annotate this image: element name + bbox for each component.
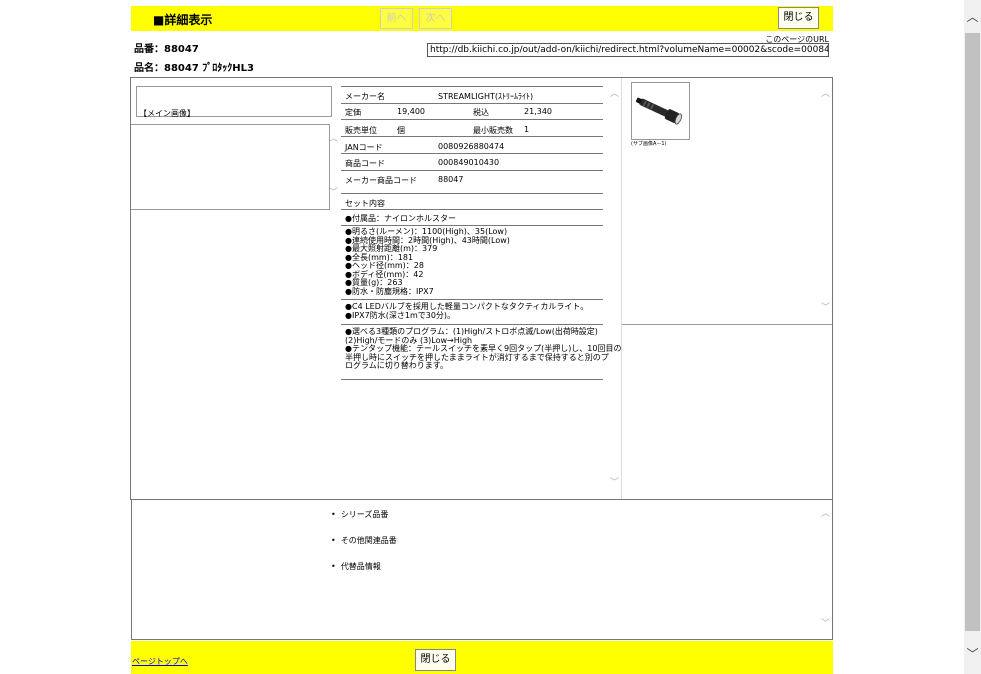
scroll-up-icon[interactable]: ︿ xyxy=(821,510,830,519)
product-code-label: 商品コード xyxy=(345,159,385,168)
related-item-label: シリーズ品番 xyxy=(340,510,389,519)
unit-label: 販売単位 xyxy=(345,126,377,135)
main-image-label-box: 【メイン画像】 xyxy=(136,86,332,118)
detail-panel: 【メイン画像】 ︿ ﹀ メーカー名 STREAMLIGHT(ｽﾄﾘｰﾑﾗｲﾄ) … xyxy=(130,77,833,500)
accessory-text: ●付属品：ナイロンホルスター xyxy=(345,214,456,223)
spec-line: ●防水・防塵規格：IPX7 xyxy=(345,286,434,296)
close-button[interactable]: 閉じる xyxy=(778,7,819,29)
list-price-value: 19,400 xyxy=(397,107,425,116)
maker-value: STREAMLIGHT(ｽﾄﾘｰﾑﾗｲﾄ) xyxy=(438,92,534,101)
scroll-up-icon[interactable]: ︿ xyxy=(821,90,830,99)
feature-line: ●IPX7防水(深さ1mで30分)。 xyxy=(345,310,456,320)
sub-image-divider xyxy=(622,324,832,325)
set-contents-label: セット内容 xyxy=(345,199,385,208)
min-qty-value: 1 xyxy=(524,125,530,134)
url-value: http://db.kiichi.co.jp/out/add-on/kiichi… xyxy=(430,45,829,55)
footer-bar: ページトップへ 閉じる xyxy=(131,641,833,674)
footer-close-button[interactable]: 閉じる xyxy=(415,649,456,671)
program-lines: ●選べる3種類のプログラム：(1)High/ストロボ点滅/Low(出荷時設定) … xyxy=(345,327,622,371)
related-item[interactable]: • その他関連品番 xyxy=(331,535,397,546)
flashlight-icon xyxy=(635,97,682,125)
main-image-frame: ︿ ﹀ xyxy=(131,124,338,210)
page-top-link[interactable]: ページトップへ xyxy=(132,656,188,667)
scroll-down-icon[interactable]: ﹀ xyxy=(329,189,338,198)
window-scrollbar[interactable]: ︿ ﹀ xyxy=(964,0,981,674)
product-code-value: 000849010430 xyxy=(438,158,500,167)
sub-image-caption: (サブ画像A－1) xyxy=(631,141,667,147)
jan-label: JANコード xyxy=(345,143,383,152)
program-line: ログラムに切り替わります。 xyxy=(345,361,448,370)
maker-label: メーカー名 xyxy=(345,92,385,101)
related-item[interactable]: • シリーズ品番 xyxy=(331,509,388,520)
page-title: ■詳細表示 xyxy=(153,13,213,27)
related-item-label: 代替品情報 xyxy=(340,562,381,571)
scroll-down-icon[interactable]: ﹀ xyxy=(821,304,830,313)
sub-image-thumb[interactable] xyxy=(631,82,690,140)
prev-button[interactable]: 前へ xyxy=(380,8,413,29)
scrollbar-thumb[interactable] xyxy=(965,33,980,631)
scroll-down-icon[interactable]: ﹀ xyxy=(821,620,830,629)
url-field[interactable]: http://db.kiichi.co.jp/out/add-on/kiichi… xyxy=(427,43,829,57)
related-item-label: その他関連品番 xyxy=(340,536,397,545)
scroll-up-icon[interactable]: ︿ xyxy=(329,135,338,144)
related-panel: • シリーズ品番 • その他関連品番 • 代替品情報 ︿ ﹀ xyxy=(131,500,833,640)
list-price-label: 定価 xyxy=(345,108,361,117)
scroll-up-icon[interactable]: ︿ xyxy=(964,8,981,25)
main-image-label: 【メイン画像】 xyxy=(139,109,195,118)
spec-lines: ●明るさ(ルーメン)：1100(High)、35(Low) ●連続使用時間：2時… xyxy=(345,227,510,296)
spec-table: メーカー名 STREAMLIGHT(ｽﾄﾘｰﾑﾗｲﾄ) 定価 19,400 税込… xyxy=(341,86,622,496)
scroll-down-icon[interactable]: ﹀ xyxy=(964,645,981,662)
tax-incl-label: 税込 xyxy=(473,108,489,117)
part-name: 品名：88047 ﾌﾟﾛﾀｯｸHL3 xyxy=(134,63,254,74)
next-button[interactable]: 次へ xyxy=(419,8,452,29)
maker-code-value: 88047 xyxy=(438,175,464,184)
unit-value: 個 xyxy=(397,126,405,135)
part-number: 品番：88047 xyxy=(134,44,199,55)
scroll-up-icon[interactable]: ︿ xyxy=(610,90,619,99)
column-divider xyxy=(621,78,622,499)
related-item[interactable]: • 代替品情報 xyxy=(331,561,381,572)
min-qty-label: 最小販売数 xyxy=(473,126,513,135)
jan-value: 0080926880474 xyxy=(438,142,505,151)
tax-incl-value: 21,340 xyxy=(524,107,552,116)
maker-code-label: メーカー商品コード xyxy=(345,176,417,185)
scroll-down-icon[interactable]: ﹀ xyxy=(610,479,619,488)
header-bar: ■詳細表示 前へ 次へ 閉じる xyxy=(131,6,833,31)
feature-lines: ●C4 LEDバルブを採用した軽量コンパクトなタクティカルライト。 ●IPX7防… xyxy=(345,302,588,320)
